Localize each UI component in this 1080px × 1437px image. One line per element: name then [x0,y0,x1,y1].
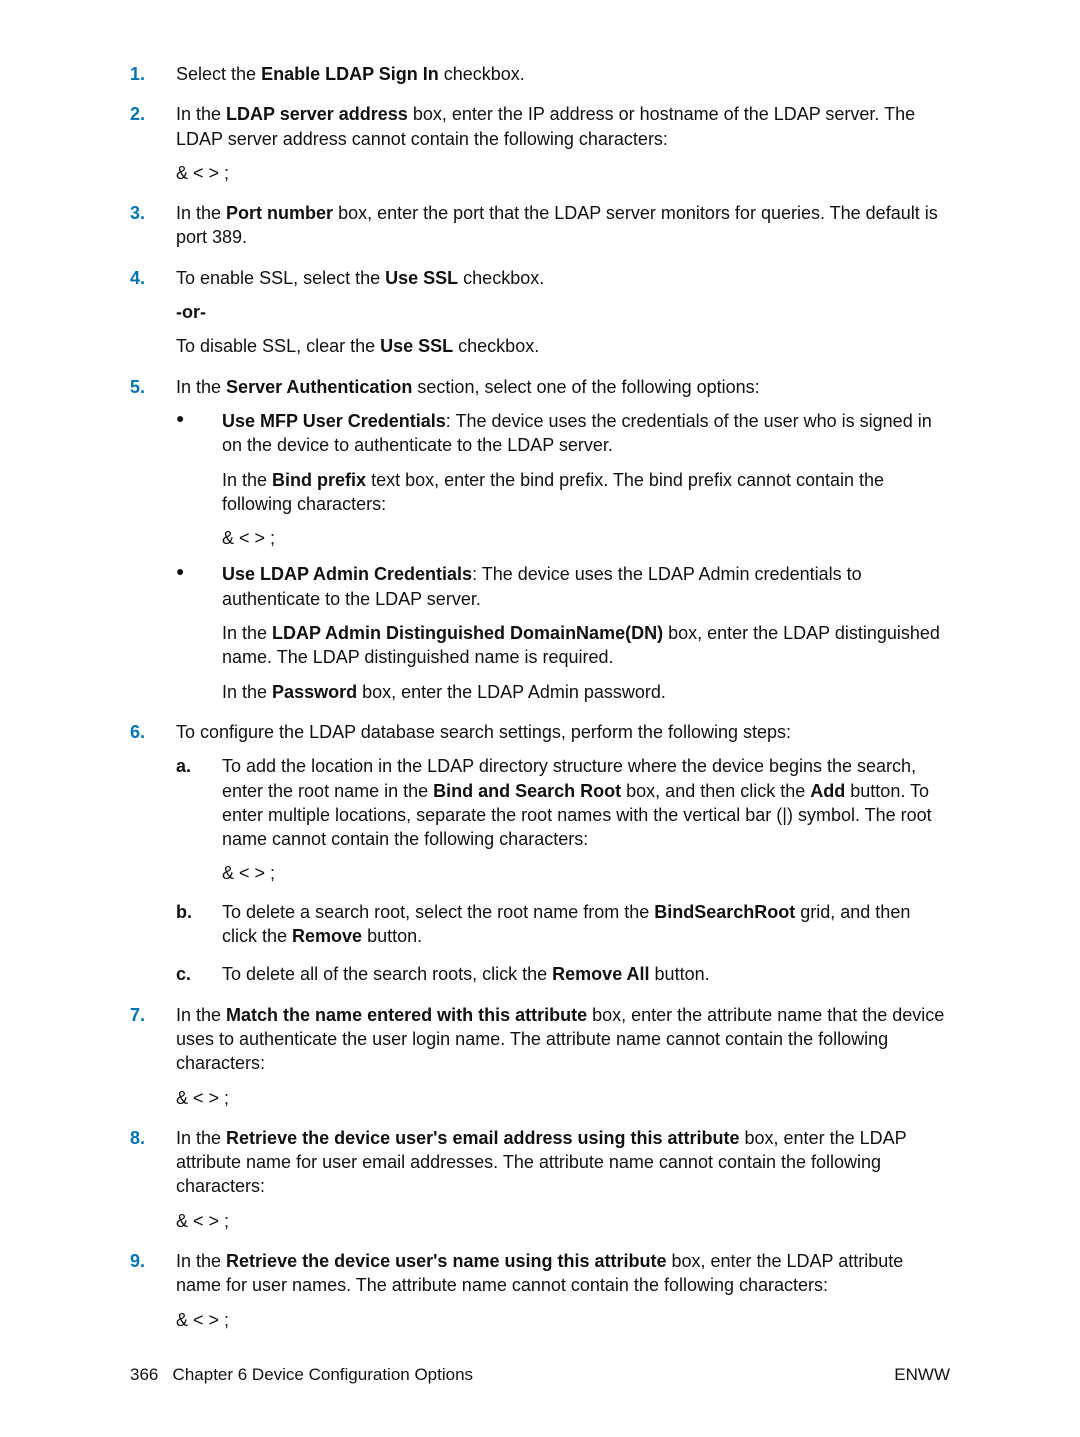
step-7: 7. In the Match the name entered with th… [130,1003,950,1110]
step-text: To enable SSL, select the Use SSL checkb… [176,266,950,290]
char-list: & < > ; [176,1086,950,1110]
bullet-item: Use MFP User Credentials: The device use… [176,409,950,550]
alpha-item-b: b. To delete a search root, select the r… [176,900,950,949]
bullet-text: Use LDAP Admin Credentials: The device u… [222,562,950,611]
footer-right: ENWW [894,1364,950,1387]
step-number: 3. [130,201,145,225]
step-text: In the Server Authentication section, se… [176,375,950,399]
bullet-list: Use MFP User Credentials: The device use… [176,409,950,704]
step-text: To configure the LDAP database search se… [176,720,950,744]
step-number: 1. [130,62,145,86]
alpha-marker: a. [176,754,191,778]
alpha-item-c: c. To delete all of the search roots, cl… [176,962,950,986]
page-footer: 366 Chapter 6 Device Configuration Optio… [130,1364,950,1387]
or-separator: -or- [176,300,950,324]
alpha-marker: c. [176,962,191,986]
char-list: & < > ; [222,861,950,885]
step-9: 9. In the Retrieve the device user's nam… [130,1249,950,1332]
step-1: 1. Select the Enable LDAP Sign In checkb… [130,62,950,86]
bullet-inner: In the Bind prefix text box, enter the b… [222,468,950,517]
bullet-inner-2: In the Password box, enter the LDAP Admi… [222,680,950,704]
char-list: & < > ; [176,1209,950,1233]
step-text: In the Retrieve the device user's email … [176,1126,950,1199]
step-number: 4. [130,266,145,290]
step-text-alt: To disable SSL, clear the Use SSL checkb… [176,334,950,358]
step-number: 2. [130,102,145,126]
page-container: 1. Select the Enable LDAP Sign In checkb… [0,0,1080,1437]
footer-left: 366 Chapter 6 Device Configuration Optio… [130,1364,473,1387]
step-6: 6. To configure the LDAP database search… [130,720,950,987]
chapter-title: Chapter 6 Device Configuration Options [173,1365,474,1384]
step-5: 5. In the Server Authentication section,… [130,375,950,704]
char-list: & < > ; [222,526,950,550]
step-text: In the Port number box, enter the port t… [176,201,950,250]
ordered-steps: 1. Select the Enable LDAP Sign In checkb… [130,62,950,1332]
alpha-item-a: a. To add the location in the LDAP direc… [176,754,950,885]
step-number: 6. [130,720,145,744]
step-number: 5. [130,375,145,399]
char-list: & < > ; [176,161,950,185]
step-3: 3. In the Port number box, enter the por… [130,201,950,250]
step-text: Select the Enable LDAP Sign In checkbox. [176,62,950,86]
alpha-marker: b. [176,900,192,924]
alpha-list: a. To add the location in the LDAP direc… [176,754,950,986]
step-2: 2. In the LDAP server address box, enter… [130,102,950,185]
step-text: In the LDAP server address box, enter th… [176,102,950,151]
step-number: 9. [130,1249,145,1273]
step-number: 8. [130,1126,145,1150]
alpha-text: To add the location in the LDAP director… [222,754,950,851]
page-number: 366 [130,1365,158,1384]
bullet-item: Use LDAP Admin Credentials: The device u… [176,562,950,703]
bullet-text: Use MFP User Credentials: The device use… [222,409,950,458]
step-number: 7. [130,1003,145,1027]
alpha-text: To delete a search root, select the root… [222,900,950,949]
bullet-inner: In the LDAP Admin Distinguished DomainNa… [222,621,950,670]
char-list: & < > ; [176,1308,950,1332]
step-4: 4. To enable SSL, select the Use SSL che… [130,266,950,359]
step-text: In the Retrieve the device user's name u… [176,1249,950,1298]
step-8: 8. In the Retrieve the device user's ema… [130,1126,950,1233]
step-text: In the Match the name entered with this … [176,1003,950,1076]
alpha-text: To delete all of the search roots, click… [222,962,950,986]
